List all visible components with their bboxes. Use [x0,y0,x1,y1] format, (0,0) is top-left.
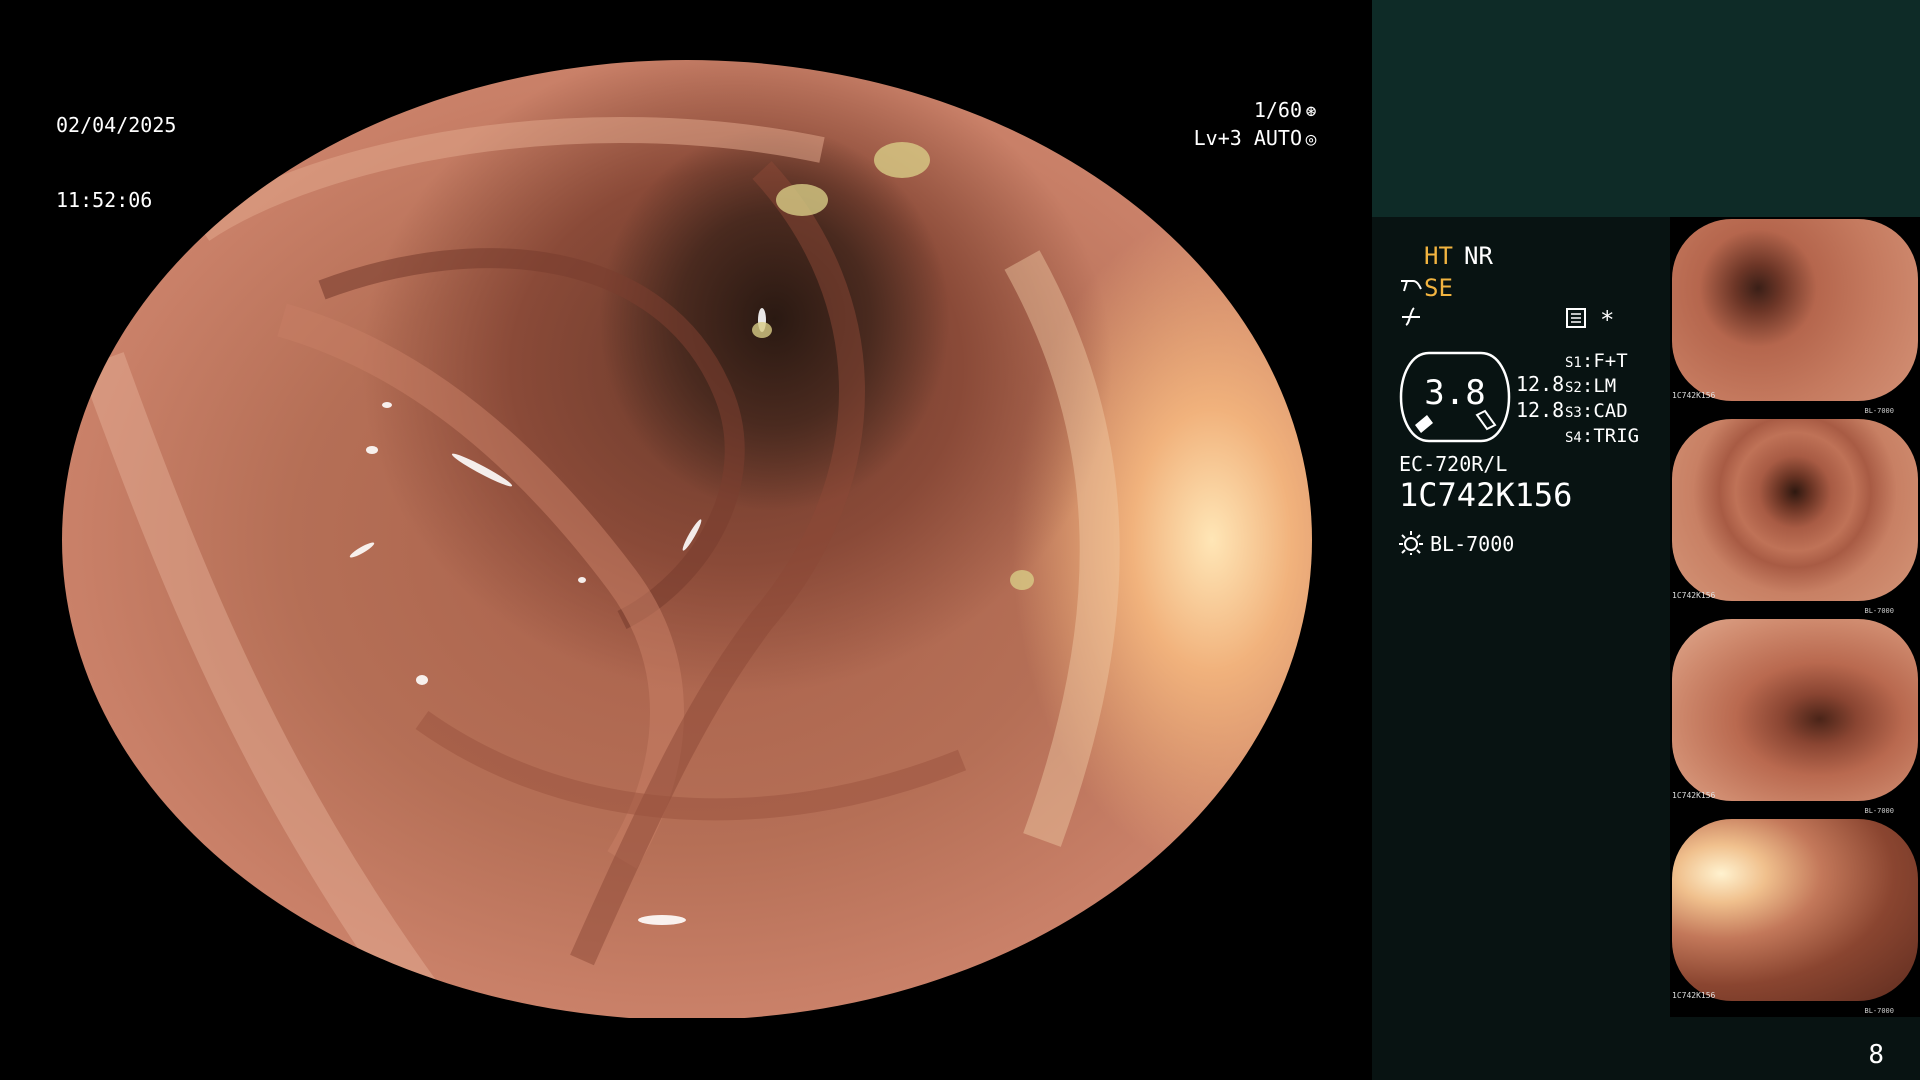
shutter-row: 1/60 ⊛ [1170,97,1320,125]
light-source-icon [1399,531,1423,555]
star-marker: * [1600,306,1615,334]
thumbnail-image [1672,819,1918,1001]
switch-row: S3:CAD [1565,400,1628,422]
frame-mask-bottom [0,1018,1372,1080]
info-panel: HT NR SE * 3.8 12.8 12.8 S1:F+T S2:LM S3… [1372,0,1920,1080]
scope-switch-list: S1:F+T S2:LM S3:CAD S4:TRIG [1565,349,1639,449]
iris-label: AUTO [1253,126,1302,150]
thumbnail-caption: 1C742K156 [1672,591,1716,600]
iris-icon: ◎ [1305,129,1317,150]
thumbnail-footer: BL-7000 [1864,807,1894,815]
mode-nr: NR [1464,242,1493,270]
capture-thumbnail[interactable]: 1C742K156 BL-7000 [1670,617,1920,817]
shutter-label: 1/60 [1253,98,1302,122]
capture-thumbnail[interactable]: 1C742K156 BL-7000 [1670,417,1920,617]
thumbnail-caption: 1C742K156 [1672,791,1716,800]
switch-row: S1:F+T [1565,350,1628,372]
shutter-icon: ⊛ [1305,101,1317,122]
capture-thumbnail[interactable]: 1C742K156 BL-7000 [1670,217,1920,417]
colon-folds-illustration [80,116,1120,1014]
time-label: 11:52:06 [56,188,153,212]
gauge-reading-b: 12.8 [1516,398,1565,422]
date-label: 02/04/2025 [56,113,177,137]
thumbnail-footer: BL-7000 [1864,407,1894,415]
panel-header-area [1372,0,1920,217]
thumbnail-image [1672,619,1918,801]
thumbnail-footer: BL-7000 [1864,607,1894,615]
iris-row: Lv+3 AUTO ◎ [1170,125,1320,153]
date-time-readout: 02/04/2025 11:52:06 [56,63,176,263]
page-number: 8 [1868,1040,1884,1070]
mode-se: SE [1424,274,1453,302]
gauge-value: 3.8 [1424,373,1486,413]
thumbnail-image [1672,219,1918,401]
exposure-readout: 1/60 ⊛ Lv+3 AUTO ◎ [1170,97,1320,153]
mode-ht: HT [1424,242,1453,270]
structure-enhance-icon [1401,280,1422,292]
thumbnail-footer: BL-7000 [1864,1007,1894,1015]
thumbnail-caption: 1C742K156 [1672,991,1716,1000]
freeze-icon [1402,307,1420,326]
thumbnail-caption: 1C742K156 [1672,391,1716,400]
endoscopic-image [62,60,1312,1020]
capture-thumbnail[interactable]: 1C742K156 BL-7000 [1670,817,1920,1017]
frame-mask-top [0,0,1372,60]
switch-row: S4:TRIG [1565,425,1640,447]
switch-row: S2:LM [1565,375,1617,397]
light-source-label: BL-7000 [1430,532,1515,556]
thumbnail-image [1672,419,1918,601]
level-label: Lv+3 [1193,126,1242,150]
record-list-icon [1566,308,1586,328]
endoscope-main-view: 02/04/2025 11:52:06 1/60 ⊛ Lv+3 AUTO ◎ [0,0,1372,1080]
scope-serial-label: 1C742K156 [1399,476,1573,514]
